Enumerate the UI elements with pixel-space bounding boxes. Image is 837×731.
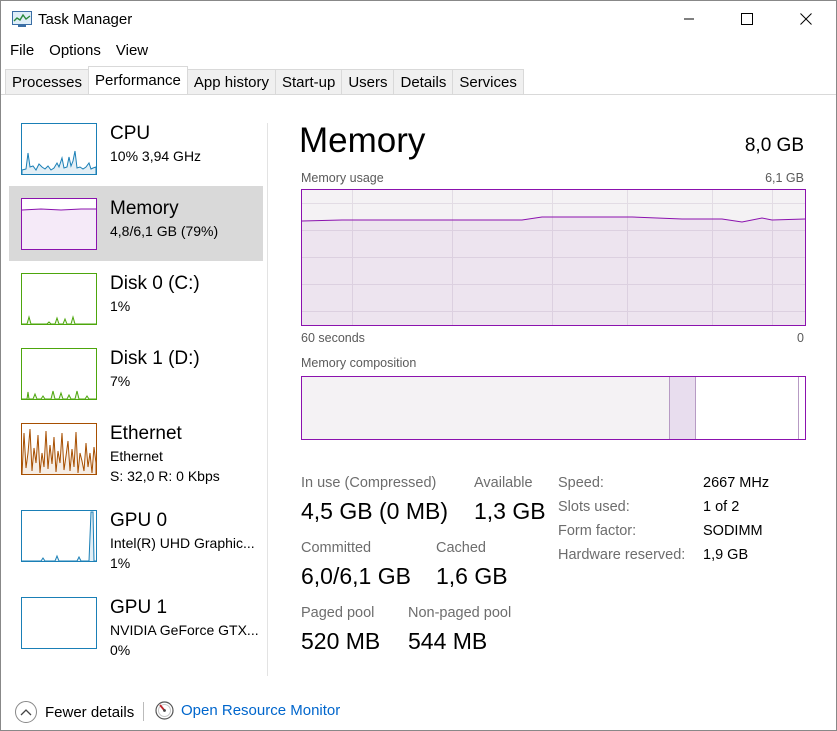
slots-used-value: 1 of 2 [703, 499, 740, 515]
open-resource-monitor-link[interactable]: Open Resource Monitor [155, 701, 340, 720]
composition-free [799, 377, 805, 439]
cpu-thumbnail-graph [21, 123, 97, 175]
total-memory: 8,0 GB [744, 135, 804, 156]
disk1-thumbnail-graph [21, 348, 97, 400]
hardware-reserved-label: Hardware reserved: [558, 547, 686, 563]
sidebar-item-detail: 7% [110, 373, 131, 389]
in-use-label: In use (Compressed) [301, 475, 437, 491]
memory-usage-label: Memory usage [301, 171, 384, 185]
cached-label: Cached [436, 540, 486, 556]
sidebar-item-label: CPU [110, 123, 151, 144]
time-axis-start: 60 seconds [301, 331, 365, 345]
chevron-up-icon [15, 701, 37, 723]
composition-standby [696, 377, 799, 439]
available-label: Available [474, 475, 533, 491]
tab-services[interactable]: Services [452, 69, 524, 95]
sidebar-item-detail-2: S: 32,0 R: 0 Kbps [110, 468, 220, 484]
tab-users[interactable]: Users [341, 69, 395, 95]
sidebar-divider [267, 123, 268, 676]
sidebar-item-label: GPU 0 [110, 510, 168, 531]
open-resource-monitor-label: Open Resource Monitor [181, 702, 341, 719]
menu-bar: File Options View [1, 39, 154, 63]
committed-label: Committed [301, 540, 372, 556]
tab-divider [1, 94, 836, 95]
maximize-icon [741, 13, 753, 25]
nonpaged-pool-value: 544 MB [408, 628, 488, 654]
resource-monitor-icon [155, 701, 174, 720]
page-title: Memory [299, 121, 426, 160]
bottom-divider [143, 702, 144, 721]
sidebar-item-detail: NVIDIA GeForce GTX... [110, 622, 259, 638]
sidebar-item-memory[interactable]: Memory 4,8/6,1 GB (79%) [9, 186, 263, 261]
form-factor-value: SODIMM [703, 523, 763, 539]
menu-file[interactable]: File [10, 39, 34, 63]
sidebar-item-gpu0[interactable]: GPU 0 Intel(R) UHD Graphic... 1% [9, 498, 263, 573]
task-manager-window: Task Manager File Options View Processes… [0, 0, 837, 731]
close-button[interactable] [777, 1, 835, 37]
tab-strip: Processes Performance App history Start-… [5, 66, 524, 95]
window-title: Task Manager [38, 11, 133, 28]
task-manager-icon [12, 11, 32, 27]
composition-modified [670, 377, 696, 439]
menu-view[interactable]: View [116, 39, 148, 63]
fewer-details-button[interactable]: Fewer details [15, 701, 134, 723]
minimize-icon [684, 18, 694, 20]
speed-value: 2667 MHz [703, 475, 770, 491]
memory-composition-bar [301, 376, 806, 440]
fewer-details-label: Fewer details [45, 703, 135, 721]
nonpaged-pool-label: Non-paged pool [408, 605, 512, 621]
ethernet-thumbnail-graph [21, 423, 97, 475]
minimize-button[interactable] [660, 1, 718, 37]
sidebar-item-detail: Ethernet [110, 448, 163, 464]
sidebar-item-ethernet[interactable]: Ethernet Ethernet S: 32,0 R: 0 Kbps [9, 411, 263, 486]
sidebar-item-disk0[interactable]: Disk 0 (C:) 1% [9, 261, 263, 336]
maximize-button[interactable] [718, 1, 776, 37]
committed-value: 6,0/6,1 GB [301, 563, 411, 589]
tab-performance[interactable]: Performance [88, 66, 188, 94]
close-icon [800, 13, 812, 25]
memory-usage-max: 6,1 GB [765, 171, 804, 185]
time-axis-end: 0 [797, 331, 804, 345]
sidebar-item-detail: 1% [110, 298, 131, 314]
sidebar-item-detail: 4,8/6,1 GB (79%) [110, 223, 219, 239]
hardware-reserved-value: 1,9 GB [703, 547, 749, 563]
sidebar-item-disk1[interactable]: Disk 1 (D:) 7% [9, 336, 263, 411]
sidebar-item-cpu[interactable]: CPU 10% 3,94 GHz [9, 111, 263, 186]
available-value: 1,3 GB [474, 498, 546, 524]
sidebar-item-label: Ethernet [110, 423, 182, 444]
paged-pool-label: Paged pool [301, 605, 375, 621]
sidebar-item-detail: Intel(R) UHD Graphic... [110, 535, 255, 551]
tab-details[interactable]: Details [393, 69, 454, 95]
sidebar-item-gpu1[interactable]: GPU 1 NVIDIA GeForce GTX... 0% [9, 585, 263, 660]
form-factor-label: Form factor: [558, 523, 637, 539]
sidebar-item-label: Memory [110, 198, 179, 219]
gpu0-thumbnail-graph [21, 510, 97, 562]
title-bar[interactable]: Task Manager [1, 1, 836, 37]
sidebar-item-detail-2: 0% [110, 642, 131, 658]
tab-processes[interactable]: Processes [5, 69, 90, 95]
paged-pool-value: 520 MB [301, 628, 381, 654]
memory-composition-label: Memory composition [301, 356, 417, 370]
memory-thumbnail-graph [21, 198, 97, 250]
memory-usage-plot [302, 190, 805, 325]
sidebar-item-detail: 10% 3,94 GHz [110, 148, 202, 164]
memory-usage-graph [301, 189, 806, 326]
menu-options[interactable]: Options [49, 39, 101, 63]
cached-value: 1,6 GB [436, 563, 508, 589]
tab-startup[interactable]: Start-up [274, 69, 343, 95]
sidebar-item-detail-2: 1% [110, 555, 131, 571]
composition-in-use [302, 377, 670, 439]
disk0-thumbnail-graph [21, 273, 97, 325]
slots-used-label: Slots used: [558, 499, 630, 515]
tab-app-history[interactable]: App history [186, 69, 276, 95]
speed-label: Speed: [558, 475, 604, 491]
sidebar-item-label: GPU 1 [110, 597, 168, 618]
in-use-value: 4,5 GB (0 MB) [301, 498, 448, 524]
sidebar-item-label: Disk 0 (C:) [110, 273, 200, 294]
gpu1-thumbnail-graph [21, 597, 97, 649]
sidebar-item-label: Disk 1 (D:) [110, 348, 200, 369]
